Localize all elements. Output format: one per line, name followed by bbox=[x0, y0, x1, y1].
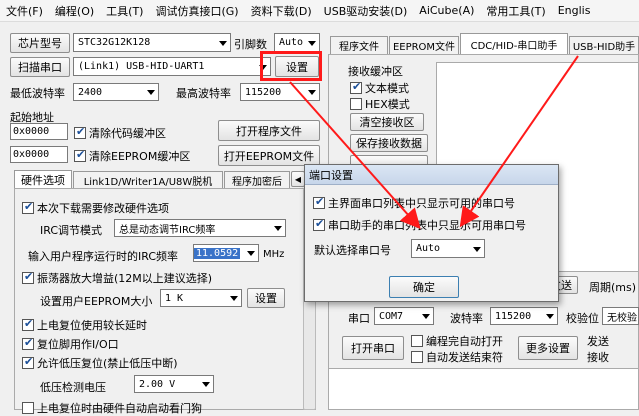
arrow-from-tab bbox=[459, 55, 579, 228]
arrow-to-dialog bbox=[289, 81, 421, 229]
annotation-arrows bbox=[289, 55, 579, 229]
